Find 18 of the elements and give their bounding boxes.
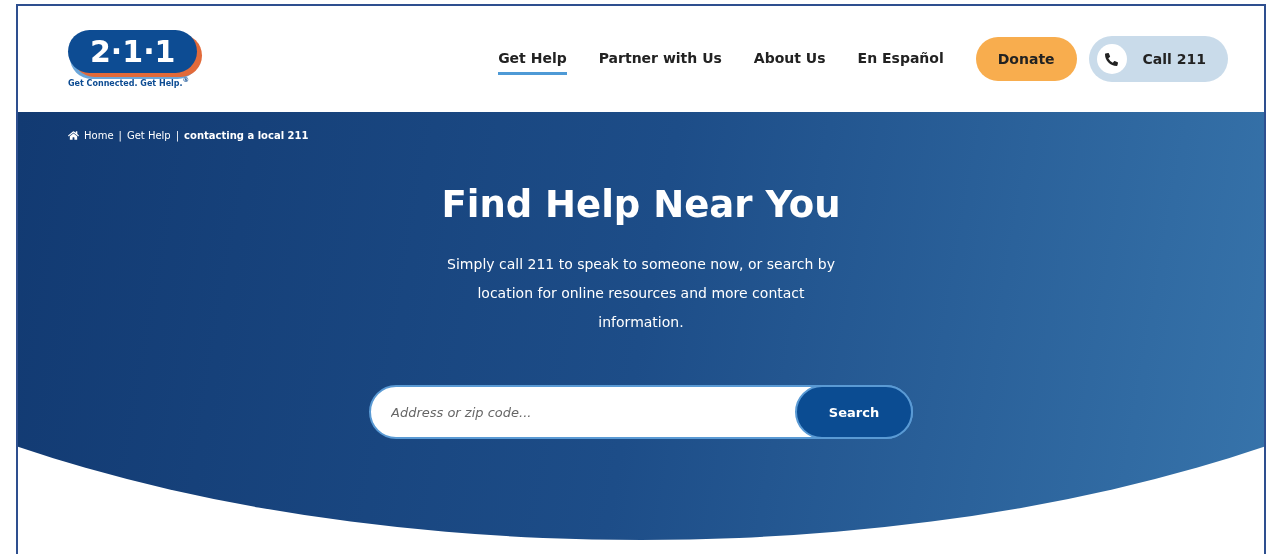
breadcrumb-link[interactable]: contacting a local 211 — [184, 130, 309, 141]
phone-icon — [1105, 52, 1119, 66]
home-icon — [68, 130, 79, 141]
hero-text: Simply call 211 to speak to someone now, or search by location for online resources and more contact information. — [446, 255, 836, 332]
breadcrumb-link[interactable]: Get Help — [126, 130, 171, 141]
breadcrumb-separator: | — [118, 130, 122, 141]
hero-title: Find Help Near You — [441, 183, 841, 226]
nav-link[interactable]: About Us — [753, 43, 826, 75]
breadcrumb-link[interactable]: Home — [84, 130, 114, 141]
call-button[interactable]: Call 211 — [1088, 36, 1228, 82]
nav-link[interactable]: Get Help — [498, 43, 567, 75]
nav-link[interactable]: Partner with Us — [598, 43, 722, 75]
logo-tagline: Get Connected. Get Help.$^{®}$ — [68, 76, 190, 88]
breadcrumb-separator: | — [175, 130, 180, 141]
search-field[interactable]: Address or zip code... Search — [369, 385, 913, 439]
search-button[interactable]: Search — [795, 385, 913, 439]
nav-link[interactable]: En Español — [857, 43, 944, 75]
donate-button[interactable]: Donate — [975, 37, 1077, 81]
